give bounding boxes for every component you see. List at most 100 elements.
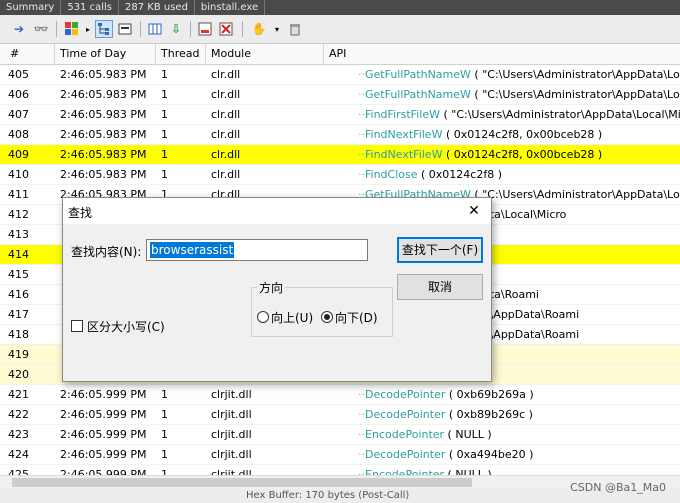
dialog-titlebar: 查找 ✕ xyxy=(63,198,491,224)
api-arguments: ( 0xb69b269a ) xyxy=(445,388,534,401)
api-function: EncodePointer xyxy=(365,428,445,441)
row-number: 406 xyxy=(8,88,29,101)
row-number: 410 xyxy=(8,168,29,181)
row-time: 2:46:05.999 PM xyxy=(60,388,147,401)
row-api: ··DecodePointer ( 0xb89b269c ) xyxy=(358,408,533,421)
table-row[interactable]: 407 2:46:05.983 PM 1 clr.dll ··FindFirstFile… xyxy=(0,105,680,125)
row-thread: 1 xyxy=(161,468,168,475)
api-arguments: ( 0x0124c2f8, 0x00bceb28 ) xyxy=(442,148,603,161)
row-thread: 1 xyxy=(161,68,168,81)
table-row[interactable]: 410 2:46:05.983 PM 1 clr.dll ··FindClose ( 0… xyxy=(0,165,680,185)
row-module: clr.dll xyxy=(211,108,241,121)
table-row[interactable]: 408 2:46:05.983 PM 1 clr.dll ··FindNextFileW… xyxy=(0,125,680,145)
direction-label: 方向 xyxy=(257,279,286,296)
row-number: 418 xyxy=(8,328,29,341)
hand-icon[interactable]: ✋ xyxy=(250,20,268,38)
delete-icon[interactable] xyxy=(219,22,233,36)
cancel-button[interactable]: 取消 xyxy=(397,274,483,300)
arrow-right-icon[interactable]: ➔ xyxy=(10,20,28,38)
table-row[interactable]: 424 2:46:05.999 PM 1 clrjit.dll ··DecodePoin… xyxy=(0,445,680,465)
direction-down-radio[interactable] xyxy=(321,311,333,323)
close-icon[interactable]: ✕ xyxy=(463,200,485,222)
tree-view-icon[interactable] xyxy=(97,22,111,36)
row-time: 2:46:05.999 PM xyxy=(60,408,147,421)
api-function: FindNextFileW xyxy=(365,128,443,141)
row-number: 409 xyxy=(8,148,29,161)
row-api: ··FindNextFileW ( 0x0124c2f8, 0x00bceb28… xyxy=(358,128,603,141)
direction-down-label[interactable]: 向下(D) xyxy=(335,309,378,326)
column-api[interactable]: API xyxy=(324,44,680,64)
api-arguments: ( 0x0124c2f8, 0x00bceb28 ) xyxy=(442,128,603,141)
table-row[interactable]: 423 2:46:05.999 PM 1 clrjit.dll ··EncodePoin… xyxy=(0,425,680,445)
row-api: ··GetFullPathNameW ( "C:\Users\Administr… xyxy=(358,65,680,84)
find-label: 查找内容(N): xyxy=(71,245,142,259)
row-number: 422 xyxy=(8,408,29,421)
row-api: ··DecodePointer ( 0xa494be20 ) xyxy=(358,448,534,461)
row-time: 2:46:05.983 PM xyxy=(60,88,147,101)
table-row[interactable]: 405 2:46:05.983 PM 1 clr.dll ··GetFullPathNa… xyxy=(0,65,680,85)
row-time: 2:46:05.999 PM xyxy=(60,428,147,441)
match-case-label[interactable]: 区分大小写(C) xyxy=(87,318,165,335)
row-number: 416 xyxy=(8,288,29,301)
row-module: clrjit.dll xyxy=(211,388,252,401)
call-view-icon[interactable] xyxy=(118,22,132,36)
row-number: 420 xyxy=(8,368,29,381)
table-row[interactable]: 422 2:46:05.999 PM 1 clrjit.dll ··DecodePoin… xyxy=(0,405,680,425)
find-next-button[interactable]: 查找下一个(F) xyxy=(397,237,483,263)
api-arguments: ( "C:\Users\Administrator\AppData\Local\ xyxy=(470,68,680,81)
trash-icon[interactable] xyxy=(288,22,302,36)
table-row[interactable]: 425 2:46:05.999 PM 1 clrjit.dll ··EncodePoin… xyxy=(0,465,680,475)
binoculars-icon[interactable]: 👓 xyxy=(32,20,50,38)
api-arguments: ( "C:\Users\Administrator\AppData\Local\… xyxy=(439,108,680,121)
row-thread: 1 xyxy=(161,408,168,421)
column-time[interactable]: Time of Day xyxy=(55,44,156,64)
table-row[interactable]: 406 2:46:05.983 PM 1 clr.dll ··GetFullPathNa… xyxy=(0,85,680,105)
column-thread[interactable]: Thread xyxy=(156,44,206,64)
dialog-title: 查找 xyxy=(68,206,93,220)
match-case-checkbox[interactable] xyxy=(71,320,83,332)
row-number: 424 xyxy=(8,448,29,461)
api-arguments: ( "C:\Users\Administrator\AppData\Local\ xyxy=(470,88,680,101)
row-number: 407 xyxy=(8,108,29,121)
download-icon[interactable]: ⇩ xyxy=(167,20,185,38)
watermark: CSDN @Ba1_Ma0 xyxy=(570,481,666,494)
row-api: ··EncodePointer ( NULL ) xyxy=(358,465,680,475)
row-time: 2:46:05.983 PM xyxy=(60,108,147,121)
table-row[interactable]: 409 2:46:05.983 PM 1 clr.dll ··FindNextFileW… xyxy=(0,145,680,165)
row-module: clr.dll xyxy=(211,128,241,141)
row-number: 405 xyxy=(8,68,29,81)
api-arguments: ( NULL ) xyxy=(444,468,492,475)
row-number: 412 xyxy=(8,208,29,221)
summary-title: Summary xyxy=(0,0,62,15)
row-api: ··FindNextFileW ( 0x0124c2f8, 0x00bceb28… xyxy=(358,148,603,161)
row-number: 419 xyxy=(8,348,29,361)
row-module: clr.dll xyxy=(211,68,241,81)
row-thread: 1 xyxy=(161,148,168,161)
row-module: clr.dll xyxy=(211,88,241,101)
row-thread: 1 xyxy=(161,88,168,101)
row-time: 2:46:05.983 PM xyxy=(60,148,147,161)
toolbar: ➔ 👓 ▸ ⇩ ✋ ▾ xyxy=(0,15,680,44)
row-module: clrjit.dll xyxy=(211,428,252,441)
api-function: GetFullPathNameW xyxy=(365,68,471,81)
row-api: ··GetFullPathNameW ( "C:\Users\Administr… xyxy=(358,85,680,104)
row-thread: 1 xyxy=(161,128,168,141)
find-input[interactable]: browserassist xyxy=(146,239,368,261)
column-module[interactable]: Module xyxy=(206,44,324,64)
column-number[interactable]: # xyxy=(5,44,55,64)
scrollbar-thumb[interactable] xyxy=(12,478,472,487)
api-filter-icon[interactable] xyxy=(198,22,212,36)
row-time: 2:46:05.983 PM xyxy=(60,128,147,141)
direction-up-radio[interactable] xyxy=(257,311,269,323)
hand-dropdown-icon[interactable]: ▾ xyxy=(268,20,286,38)
api-function: FindClose xyxy=(365,168,418,181)
row-number: 411 xyxy=(8,188,29,201)
api-arguments: ( NULL ) xyxy=(444,428,492,441)
summary-calls: 531 calls xyxy=(61,0,119,15)
columns-icon[interactable] xyxy=(148,22,162,36)
row-number: 421 xyxy=(8,388,29,401)
row-api: ··DecodePointer ( 0xb69b269a ) xyxy=(358,388,534,401)
row-thread: 1 xyxy=(161,428,168,441)
table-row[interactable]: 421 2:46:05.999 PM 1 clrjit.dll ··DecodePoin… xyxy=(0,385,680,405)
direction-up-label[interactable]: 向上(U) xyxy=(271,309,313,326)
